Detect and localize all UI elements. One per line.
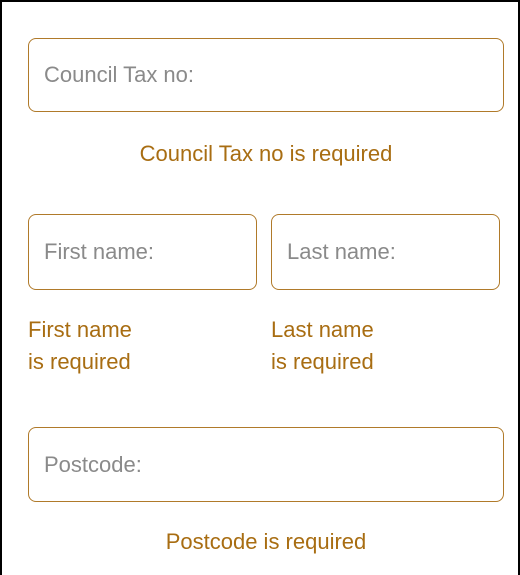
first-name-error-line2: is required xyxy=(28,349,131,374)
postcode-input[interactable] xyxy=(44,428,503,501)
first-name-error: First name is required xyxy=(28,314,132,378)
last-name-error-line2: is required xyxy=(271,349,374,374)
last-name-input[interactable] xyxy=(287,215,499,289)
first-name-field[interactable] xyxy=(28,214,257,290)
last-name-error-line1: Last name xyxy=(271,317,374,342)
council-tax-field[interactable] xyxy=(28,38,504,112)
postcode-field[interactable] xyxy=(28,427,504,502)
council-tax-input[interactable] xyxy=(44,39,503,111)
first-name-input[interactable] xyxy=(44,215,256,289)
last-name-field[interactable] xyxy=(271,214,500,290)
last-name-error: Last name is required xyxy=(271,314,374,378)
council-tax-error: Council Tax no is required xyxy=(139,141,393,166)
form-container: Council Tax no is required First name is… xyxy=(0,0,520,575)
postcode-error: Postcode is required xyxy=(165,529,367,554)
first-name-error-line1: First name xyxy=(28,317,132,342)
